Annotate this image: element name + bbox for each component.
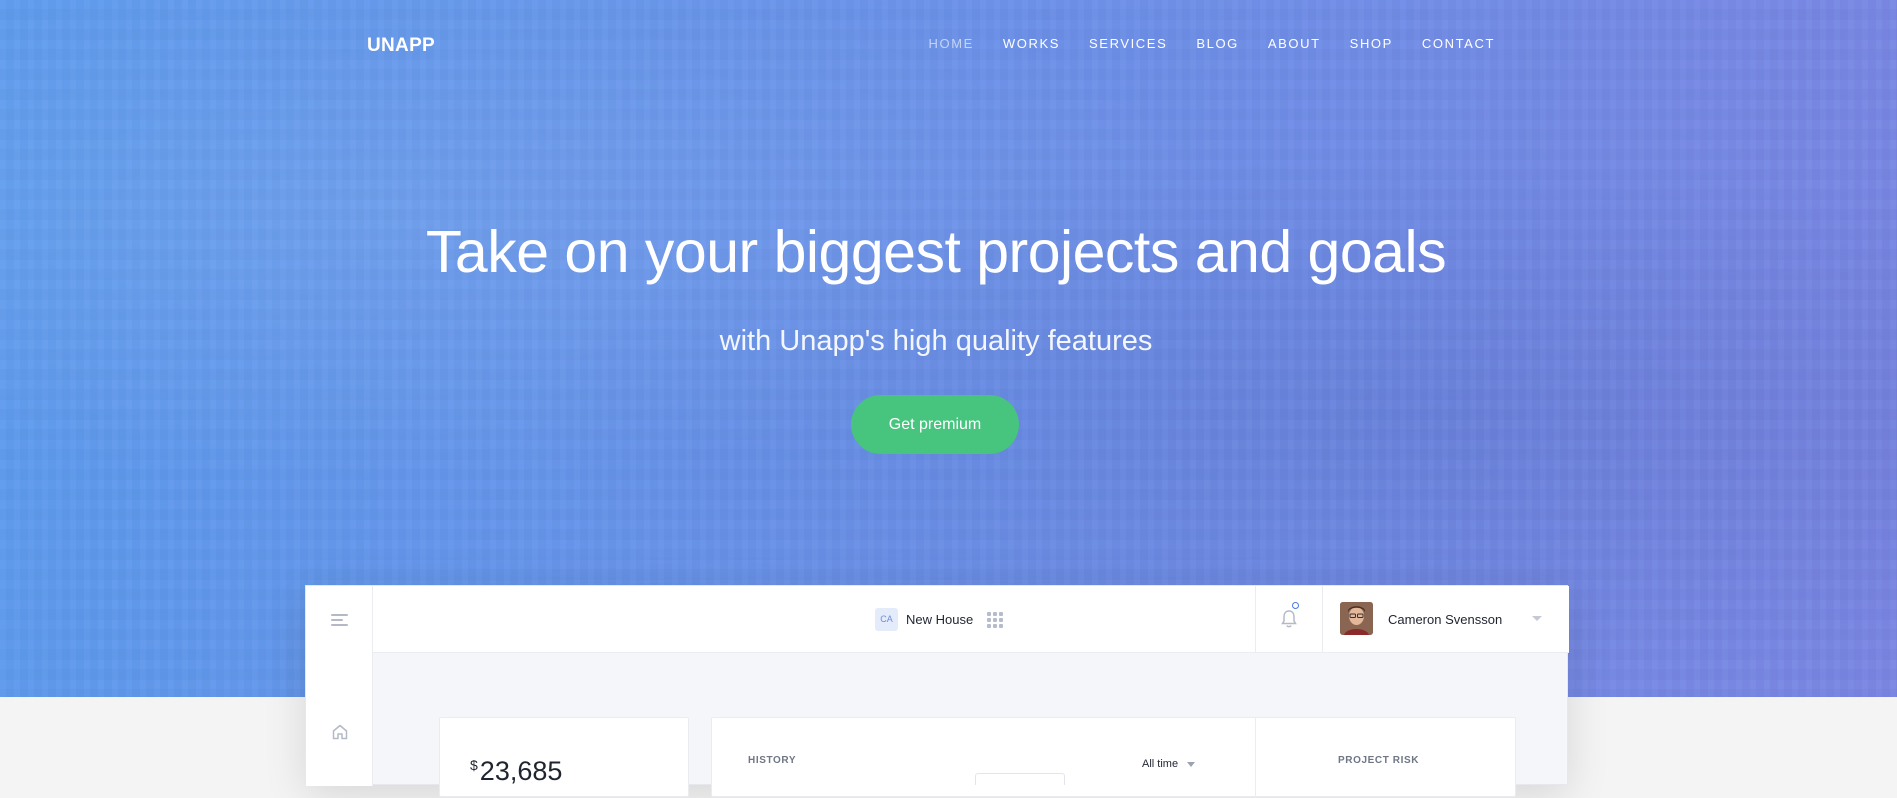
dashboard-topbar: CA New House Cameron Svensson bbox=[306, 586, 1569, 653]
hero-headline: Take on your biggest projects and goals bbox=[425, 219, 1447, 285]
dashboard-sidebar bbox=[306, 586, 373, 786]
nav-item-services[interactable]: SERVICES bbox=[1089, 36, 1167, 51]
avatar[interactable] bbox=[1340, 602, 1373, 635]
user-name[interactable]: Cameron Svensson bbox=[1388, 612, 1502, 627]
get-premium-button[interactable]: Get premium bbox=[851, 395, 1019, 454]
currency-symbol: $ bbox=[470, 757, 478, 773]
project-risk-label: PROJECT RISK bbox=[1338, 755, 1420, 766]
hero-subline: with Unapp's high quality features bbox=[719, 325, 1153, 357]
divider bbox=[1255, 718, 1256, 798]
balance-card: $23,685 bbox=[439, 717, 689, 797]
bell-icon[interactable] bbox=[1280, 609, 1298, 629]
logo[interactable]: UNAPP bbox=[367, 35, 435, 57]
time-filter-select[interactable]: All time bbox=[1142, 758, 1178, 770]
apps-grid-icon[interactable] bbox=[987, 611, 1004, 628]
history-label: HISTORY bbox=[748, 755, 797, 766]
project-badge: CA bbox=[875, 608, 898, 631]
nav-item-blog[interactable]: BLOG bbox=[1196, 36, 1239, 51]
dashboard-preview: CA New House Cameron Svensson $23,685 HI… bbox=[305, 585, 1569, 798]
balance-amount: $23,685 bbox=[470, 756, 562, 787]
notification-dot bbox=[1292, 602, 1299, 609]
nav-menu: HOME WORKS SERVICES BLOG ABOUT SHOP CONT… bbox=[900, 36, 1496, 51]
nav-item-home[interactable]: HOME bbox=[929, 36, 974, 51]
project-name: New House bbox=[906, 612, 974, 627]
divider bbox=[1322, 586, 1323, 653]
hamburger-menu-icon[interactable] bbox=[331, 614, 348, 626]
navbar: UNAPP HOME WORKS SERVICES BLOG ABOUT SHO… bbox=[0, 0, 1897, 90]
home-icon[interactable] bbox=[331, 723, 349, 741]
chevron-down-icon[interactable] bbox=[1187, 762, 1195, 767]
chevron-down-icon[interactable] bbox=[1532, 616, 1542, 621]
project-switcher[interactable]: CA New House bbox=[875, 608, 1004, 631]
nav-item-contact[interactable]: CONTACT bbox=[1422, 36, 1495, 51]
divider bbox=[1255, 586, 1256, 653]
balance-value: 23,685 bbox=[479, 756, 563, 786]
history-control[interactable] bbox=[975, 773, 1065, 785]
history-card: HISTORY All time PROJECT RISK bbox=[711, 717, 1516, 798]
nav-item-shop[interactable]: SHOP bbox=[1350, 36, 1393, 51]
nav-item-works[interactable]: WORKS bbox=[1003, 36, 1060, 51]
nav-item-about[interactable]: ABOUT bbox=[1268, 36, 1321, 51]
